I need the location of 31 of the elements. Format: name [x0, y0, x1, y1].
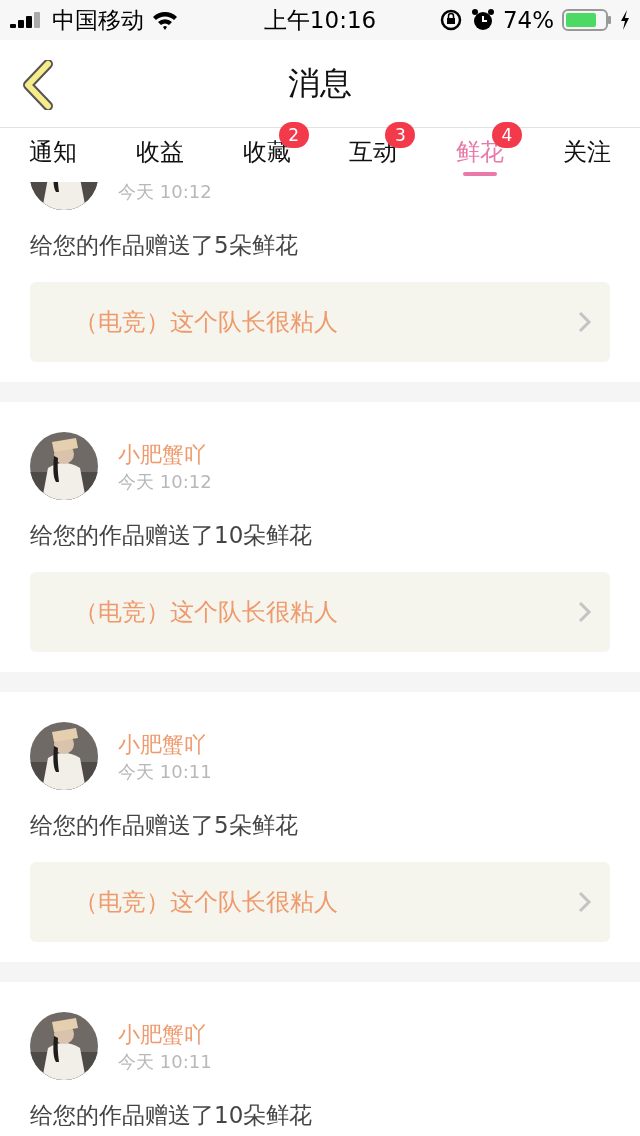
user-name[interactable]: 小肥蟹吖: [118, 440, 212, 470]
tab[interactable]: 关注: [562, 136, 611, 168]
user-name[interactable]: 小肥蟹吖: [118, 730, 212, 760]
carrier-name: 中国移动: [52, 5, 144, 35]
tab-underline: [463, 172, 497, 176]
chevron-icon: [578, 311, 592, 333]
chevron-icon: [578, 601, 592, 623]
page-title: 消息: [288, 62, 352, 104]
work-link[interactable]: （电竞）这个队长很粘人: [30, 282, 610, 362]
message-text: 给您的作品赠送了5朵鲜花: [30, 231, 299, 260]
status-time: 上午10:16: [263, 5, 377, 35]
message-time: 今天 10:11: [118, 760, 212, 784]
battery-icon: [562, 9, 612, 31]
message-text: 给您的作品赠送了10朵鲜花: [30, 521, 314, 550]
message-text: 给您的作品赠送了5朵鲜花: [30, 811, 299, 840]
work-link[interactable]: （电竞）这个队长很粘人: [30, 572, 610, 652]
message-time: 今天 10:11: [118, 1050, 212, 1074]
message-time: 今天 10:12: [118, 182, 212, 204]
alarm-icon: [470, 8, 495, 32]
tab[interactable]: 通知: [29, 136, 78, 168]
message-text: 给您的作品赠送了10朵鲜花: [30, 1101, 314, 1130]
battery-percent: 74%: [502, 7, 554, 33]
charging-icon: [620, 10, 630, 30]
chevron-icon: [578, 891, 592, 913]
work-link[interactable]: （电竞）这个队长很粘人: [30, 862, 610, 942]
wifi-icon: [152, 10, 178, 30]
tab[interactable]: 收益: [136, 136, 184, 168]
rotation-lock-icon: [438, 8, 463, 32]
back-button[interactable]: [20, 60, 54, 110]
user-name[interactable]: 小肥蟹吖: [118, 1020, 212, 1050]
message-time: 今天 10:12: [118, 470, 212, 494]
